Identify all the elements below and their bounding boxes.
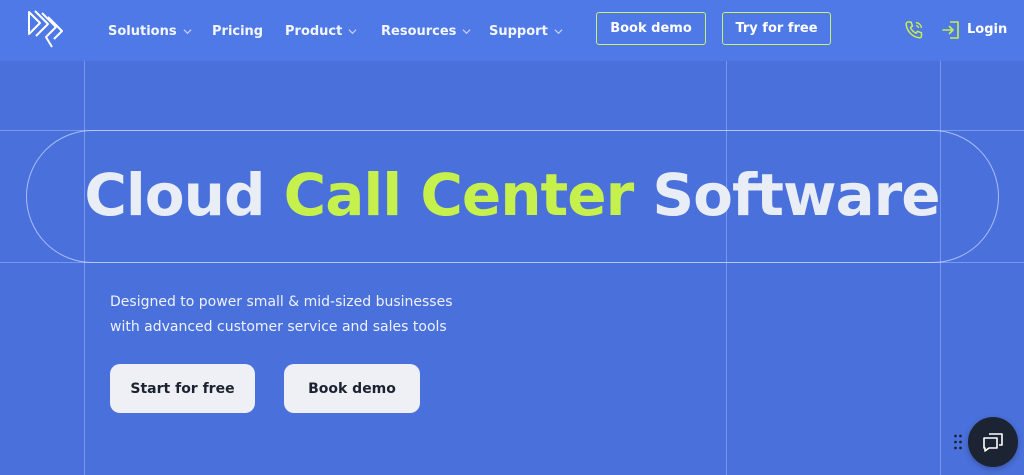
headline-accent: Call Center bbox=[283, 161, 635, 229]
subtitle-line: with advanced customer service and sales… bbox=[110, 319, 447, 335]
nav-pricing-label: Pricing bbox=[212, 23, 264, 39]
nav-support[interactable]: Support bbox=[489, 22, 563, 40]
login-icon[interactable] bbox=[942, 20, 960, 40]
hero-section: Cloud Call Center Software Designed to p… bbox=[0, 61, 1024, 475]
nav-product-label: Product bbox=[285, 23, 343, 39]
chat-icon bbox=[983, 433, 1003, 452]
subtitle-line: Designed to power small & mid-sized busi… bbox=[110, 294, 453, 310]
login-link[interactable]: Login bbox=[967, 22, 1007, 37]
drag-handle-icon[interactable] bbox=[953, 433, 963, 451]
chevron-down-icon bbox=[554, 28, 563, 34]
nav-resources[interactable]: Resources bbox=[381, 22, 471, 40]
nav-solutions-label: Solutions bbox=[108, 23, 177, 39]
hero-book-demo-button[interactable]: Book demo bbox=[284, 364, 420, 413]
try-for-free-button[interactable]: Try for free bbox=[722, 12, 831, 45]
grid-line bbox=[940, 61, 941, 475]
book-demo-button[interactable]: Book demo bbox=[596, 12, 706, 45]
nav-product[interactable]: Product bbox=[285, 22, 357, 40]
headline-part: Software bbox=[633, 161, 940, 229]
start-for-free-button[interactable]: Start for free bbox=[110, 364, 255, 413]
top-navigation-bar: Solutions Pricing Product Resources Supp… bbox=[0, 0, 1024, 61]
grid-line bbox=[84, 61, 85, 475]
phone-icon[interactable] bbox=[904, 20, 924, 40]
chevron-down-icon bbox=[462, 28, 471, 34]
hero-headline: Cloud Call Center Software bbox=[0, 161, 1024, 229]
chevron-down-icon bbox=[183, 28, 192, 34]
chevron-down-icon bbox=[348, 28, 357, 34]
nav-support-label: Support bbox=[489, 23, 548, 39]
nav-solutions[interactable]: Solutions bbox=[108, 22, 192, 40]
headline-part: Cloud bbox=[84, 161, 284, 229]
nav-resources-label: Resources bbox=[381, 23, 457, 39]
chat-widget-button[interactable] bbox=[968, 417, 1018, 467]
grid-line bbox=[726, 61, 727, 475]
hero-subtitle: Designed to power small & mid-sized busi… bbox=[110, 290, 510, 340]
page: Solutions Pricing Product Resources Supp… bbox=[0, 0, 1024, 475]
brand-logo[interactable] bbox=[26, 9, 66, 49]
nav-pricing[interactable]: Pricing bbox=[212, 22, 263, 40]
